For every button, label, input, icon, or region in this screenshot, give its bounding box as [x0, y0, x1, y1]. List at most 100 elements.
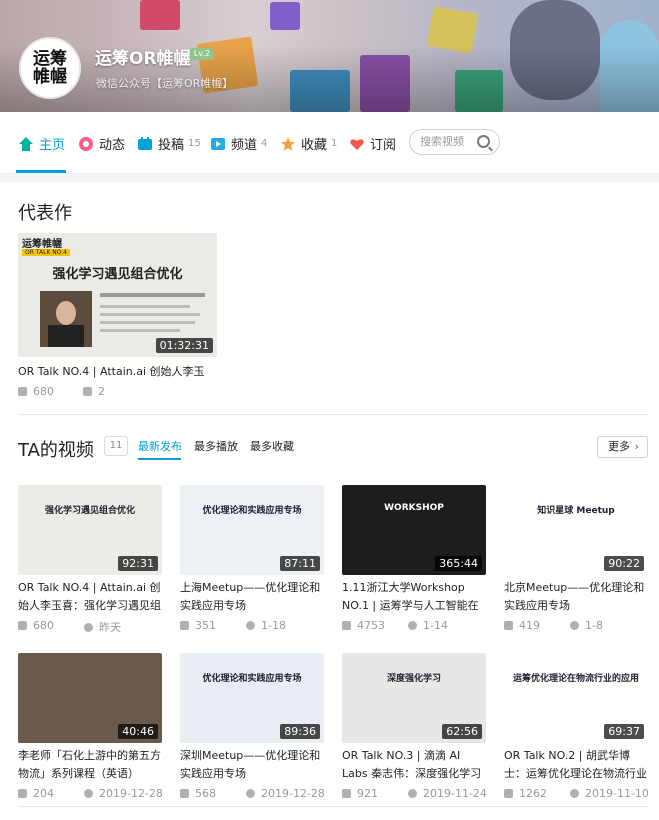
- video-date: 1-18: [246, 619, 286, 632]
- tab-most-favorited[interactable]: 最多收藏: [250, 438, 294, 454]
- tab-submit-label: 投稿: [158, 138, 185, 153]
- masterpiece-heading: 代表作: [18, 203, 72, 224]
- views-count: 351: [195, 619, 216, 632]
- duration-badge: 69:37: [604, 724, 644, 739]
- thumbnail-title: 知识星球 Meetup: [537, 506, 615, 516]
- clock-icon: [246, 789, 255, 798]
- video-date: 2019-11-24: [408, 787, 487, 800]
- video-title[interactable]: 深圳Meetup——优化理论和实践应用专场: [180, 747, 324, 783]
- thumb-header: 运筹帷幄 OR TALK NO.4: [18, 233, 217, 256]
- views-count: 568: [195, 787, 216, 800]
- video-views: 351: [180, 619, 216, 632]
- video-thumbnail[interactable]: 运筹优化理论在物流行业的应用 69:37: [504, 653, 648, 743]
- play-count-icon: [504, 621, 513, 630]
- video-thumbnail[interactable]: 强化学习遇见组合优化 92:31: [18, 485, 162, 575]
- duration-badge: 90:22: [604, 556, 644, 571]
- masterpiece-thumbnail[interactable]: 运筹帷幄 OR TALK NO.4 强化学习遇见组合优化 01:32:31: [18, 233, 217, 357]
- video-views: 568: [180, 787, 216, 800]
- more-label: 更多: [608, 440, 630, 453]
- thumb-tag: OR TALK NO.4: [22, 249, 70, 256]
- video-title[interactable]: 1.11浙江大学Workshop NO.1 | 运筹学与人工智能在业: [342, 579, 486, 615]
- video-thumbnail[interactable]: 优化理论和实践应用专场 89:36: [180, 653, 324, 743]
- duration-badge: 40:46: [118, 724, 158, 739]
- play-count-icon: [342, 789, 351, 798]
- play-count-icon: [504, 789, 513, 798]
- video-title[interactable]: OR Talk NO.4 | Attain.ai 创始人李玉喜：强化学习遇见组: [18, 579, 162, 615]
- profile-nav: 主页 动态 投稿 15 频道 4 收藏 1 订阅 搜索视频: [0, 112, 659, 174]
- video-title[interactable]: 上海Meetup——优化理论和实践应用专场: [180, 579, 324, 615]
- more-button[interactable]: 更多 ›: [597, 436, 648, 458]
- video-title[interactable]: 北京Meetup——优化理论和实践应用专场: [504, 579, 648, 615]
- video-title[interactable]: OR Talk NO.3 | 滴滴 AI Labs 秦志伟：深度强化学习在网约: [342, 747, 486, 783]
- views-count: 204: [33, 787, 54, 800]
- video-title[interactable]: OR Talk NO.2 | 胡武华博士：运筹优化理论在物流行业中的: [504, 747, 648, 783]
- tab-latest[interactable]: 最新发布: [138, 438, 182, 454]
- tab-favorite[interactable]: 收藏 1: [280, 134, 337, 153]
- tab-channel-count: 4: [261, 138, 268, 149]
- video-views: 4753: [342, 619, 385, 632]
- thumbnail-title: 优化理论和实践应用专场: [202, 674, 302, 684]
- video-submit-icon: [137, 136, 153, 152]
- duration-badge: 92:31: [118, 556, 158, 571]
- tab-most-played[interactable]: 最多播放: [194, 438, 238, 454]
- heart-icon: [349, 136, 365, 152]
- video-title[interactable]: 李老师「石化上游中的第五方物流」系列课程（英语）: [18, 747, 162, 783]
- user-name[interactable]: 运筹OR帷幄: [95, 44, 191, 69]
- clock-icon: [246, 621, 255, 630]
- clock-icon: [570, 621, 579, 630]
- level-badge: Lv.2: [190, 48, 214, 60]
- tab-subscribe[interactable]: 订阅: [349, 134, 396, 153]
- tab-submit-count: 15: [188, 138, 201, 149]
- views-count: 419: [519, 619, 540, 632]
- video-date: 2019-11-10: [570, 787, 649, 800]
- tab-submit[interactable]: 投稿 15: [137, 134, 201, 153]
- play-count-icon: [18, 387, 27, 396]
- upload-date: 1-8: [585, 619, 603, 632]
- tab-dynamic[interactable]: 动态: [78, 134, 125, 153]
- views-count: 4753: [357, 619, 385, 632]
- thumbnail-title: 运筹优化理论在物流行业的应用: [512, 674, 639, 684]
- tab-subscribe-label: 订阅: [370, 138, 397, 153]
- play-count-icon: [18, 621, 27, 630]
- video-thumbnail[interactable]: 深度强化学习 62:56: [342, 653, 486, 743]
- thumbnail-title: 优化理论和实践应用专场: [202, 506, 302, 516]
- tab-channel[interactable]: 频道 4: [210, 134, 267, 153]
- video-thumbnail[interactable]: WORKSHOP 365:44: [342, 485, 486, 575]
- duration-badge: 365:44: [435, 556, 482, 571]
- channel-icon: [210, 136, 226, 152]
- video-views: 680: [18, 619, 54, 632]
- search-placeholder: 搜索视频: [420, 135, 464, 148]
- video-thumbnail[interactable]: 知识星球 Meetup 90:22: [504, 485, 648, 575]
- chevron-right-icon: ›: [634, 440, 639, 453]
- clock-icon: [408, 621, 417, 630]
- video-thumbnail[interactable]: 优化理论和实践应用专场 87:11: [180, 485, 324, 575]
- tab-home[interactable]: 主页: [18, 134, 65, 153]
- video-views: 419: [504, 619, 540, 632]
- video-thumbnail[interactable]: 40:46: [18, 653, 162, 743]
- user-sign: 微信公众号【运筹OR帷幄】: [96, 77, 234, 90]
- thumbnail-title: 强化学习遇见组合优化: [44, 506, 135, 516]
- videos-count: 11: [104, 436, 128, 456]
- views-count: 680: [33, 385, 54, 398]
- duration-badge: 87:11: [280, 556, 320, 571]
- views-count: 921: [357, 787, 378, 800]
- tab-favorite-label: 收藏: [301, 138, 328, 153]
- videos-heading: TA的视频: [18, 440, 94, 461]
- video-views: 921: [342, 787, 378, 800]
- upload-date: 2019-11-24: [423, 787, 487, 800]
- play-count-icon: [180, 789, 189, 798]
- comment-icon: [83, 387, 92, 396]
- video-views: 1262: [504, 787, 547, 800]
- speaker-photo: [40, 291, 92, 347]
- duration-badge: 01:32:31: [155, 338, 213, 353]
- views-count: 680: [33, 619, 54, 632]
- upload-date: 昨天: [99, 621, 121, 634]
- search-icon[interactable]: [477, 135, 490, 148]
- masterpiece-views: 680: [18, 385, 54, 398]
- masterpiece-title[interactable]: OR Talk NO.4 | Attain.ai 创始人李玉: [18, 363, 217, 381]
- avatar-text: 运筹帷幄: [33, 49, 67, 87]
- search-input[interactable]: 搜索视频: [409, 129, 500, 155]
- avatar[interactable]: 运筹帷幄: [19, 37, 81, 99]
- thumbnail-title: WORKSHOP: [384, 503, 444, 513]
- clock-icon: [84, 622, 93, 632]
